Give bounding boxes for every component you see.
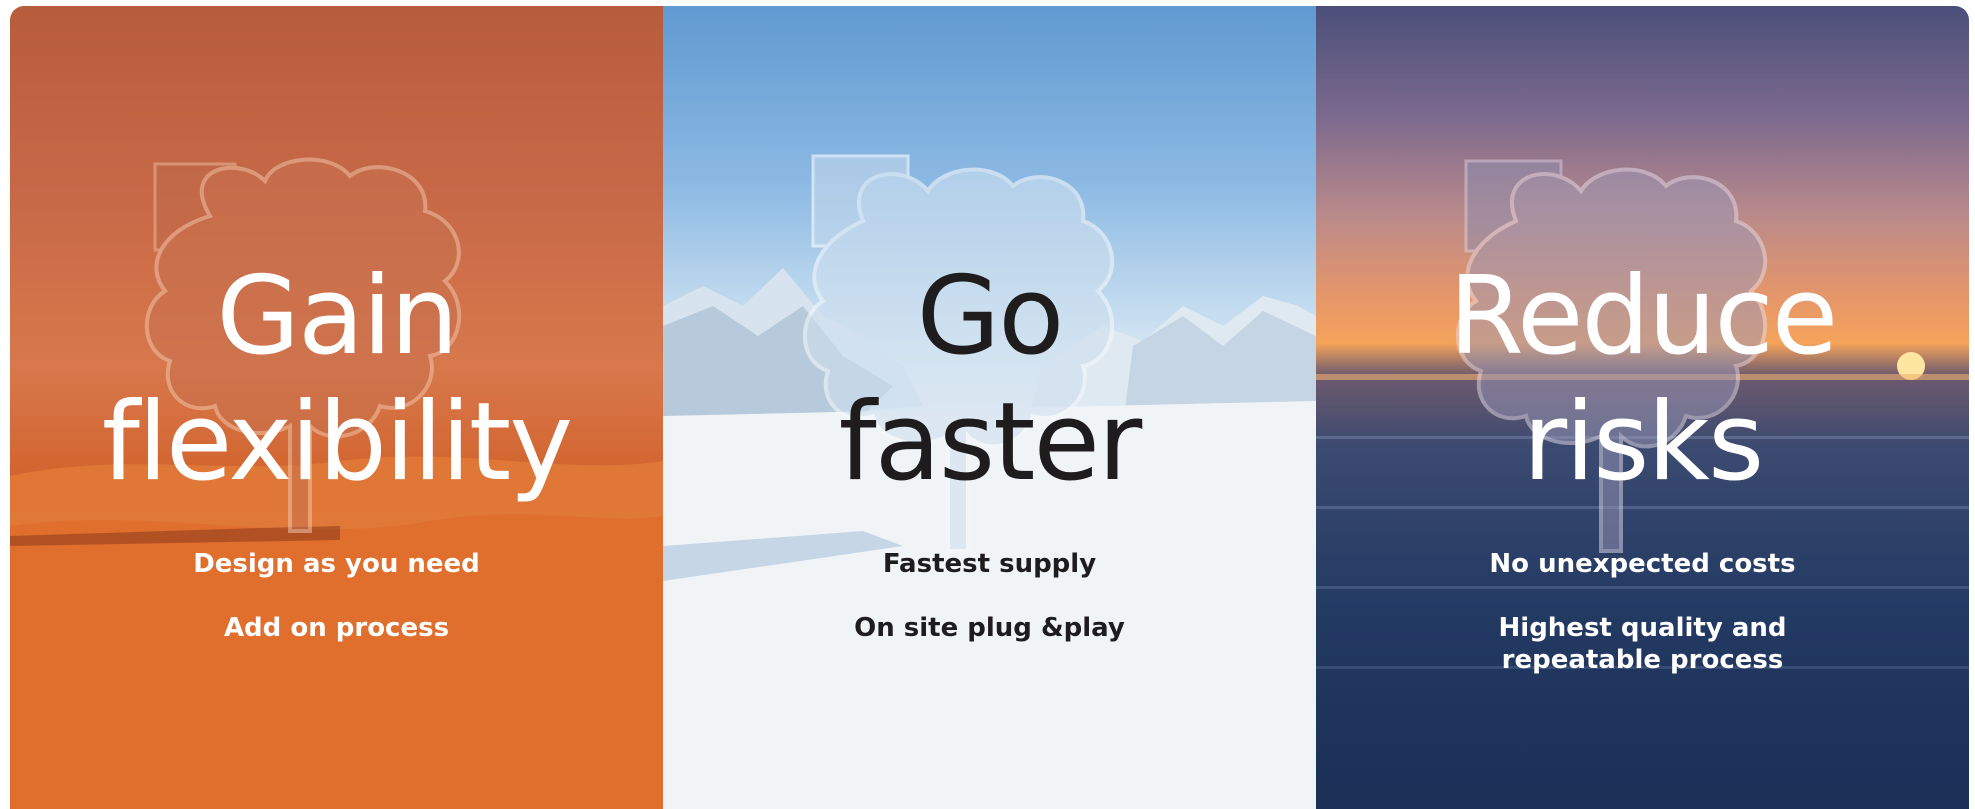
benefit-point-2-line-2: repeatable process: [1501, 645, 1784, 675]
benefit-point-2: Add on process: [223, 613, 450, 643]
benefit-point-2: Highest quality and repeatable process: [1316, 612, 1969, 676]
headline-line-2: risks: [1522, 380, 1765, 505]
headline: Reduce risks: [1316, 254, 1969, 506]
headline-line-2: flexibility: [101, 380, 573, 505]
panel-reduce-risks: Reduce risks No unexpected costs Highest…: [1316, 6, 1969, 809]
benefit-point-1: Fastest supply: [882, 549, 1097, 579]
benefit-point-2-line-1: Highest quality and: [1498, 613, 1787, 643]
headline: Gain flexibility: [10, 254, 663, 506]
panel-gain-flexibility: Gain flexibility Design as you need Add …: [10, 6, 663, 809]
benefit-point-1: No unexpected costs: [1489, 549, 1796, 579]
headline-line-2: faster: [838, 380, 1143, 505]
benefit-point-2: On site plug &play: [854, 613, 1125, 643]
headline-line-1: Gain: [216, 254, 458, 379]
feature-strip: Gain flexibility Design as you need Add …: [10, 6, 1969, 809]
headline: Go faster: [663, 254, 1316, 506]
benefit-point-1: Design as you need: [193, 549, 480, 579]
headline-line-1: Go: [916, 254, 1065, 379]
headline-line-1: Reduce: [1448, 254, 1838, 379]
panel-go-faster: Go faster Fastest supply On site plug &p…: [663, 6, 1316, 809]
